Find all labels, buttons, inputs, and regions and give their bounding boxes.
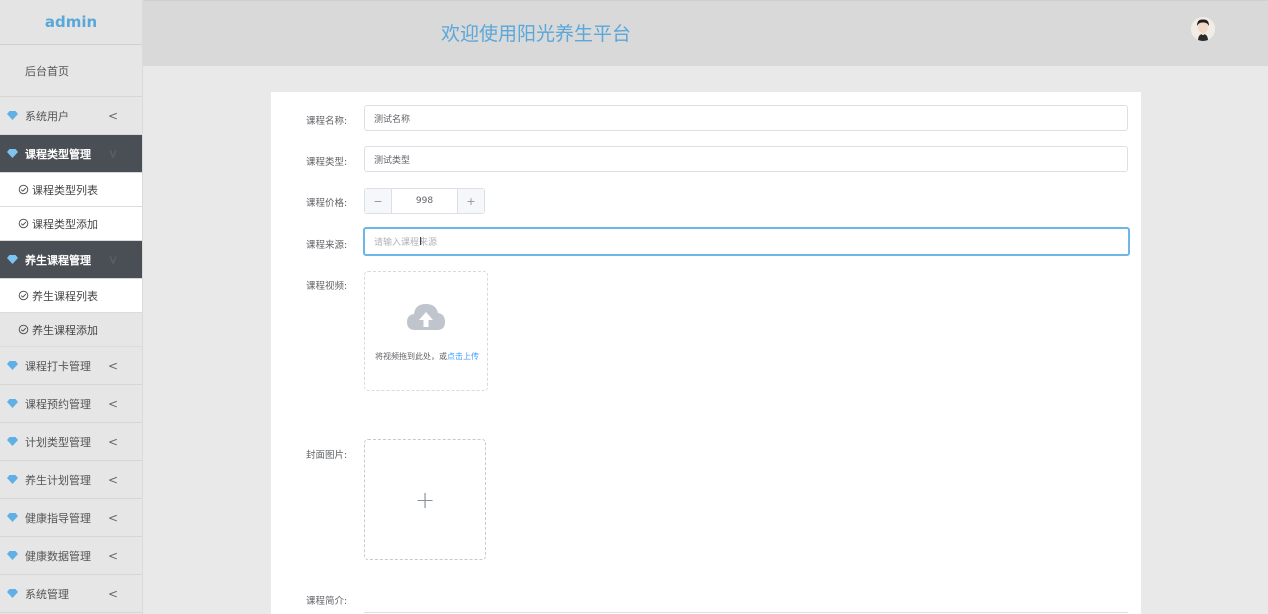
chevron-left-icon: < bbox=[107, 108, 118, 123]
chevron-left-icon: < bbox=[107, 586, 118, 601]
chevron-left-icon: < bbox=[107, 510, 118, 525]
diamond-icon bbox=[7, 361, 18, 370]
sidebar-item-health-course-mgmt[interactable]: 养生课程管理 < bbox=[0, 241, 142, 279]
course-name-input[interactable]: 测试名称 bbox=[364, 105, 1128, 131]
diamond-icon bbox=[7, 399, 18, 408]
chevron-left-icon: < bbox=[107, 396, 118, 411]
chevron-down-icon: < bbox=[105, 254, 120, 265]
course-source-input[interactable]: 请输入课程来源 I bbox=[363, 227, 1130, 256]
check-circle-icon bbox=[18, 324, 29, 335]
sidebar-item-booking-mgmt[interactable]: 课程预约管理 < bbox=[0, 385, 142, 423]
video-upload-dropzone[interactable]: 将视频拖到此处，或点击上传 bbox=[364, 271, 488, 391]
cover-image-label: 封面图片: bbox=[306, 450, 348, 461]
sidebar-item-health-plan-mgmt[interactable]: 养生计划管理 < bbox=[0, 461, 142, 499]
sidebar-subitem-course-type-add[interactable]: 课程类型添加 bbox=[0, 207, 142, 241]
diamond-icon bbox=[7, 111, 18, 120]
chevron-left-icon: < bbox=[107, 434, 118, 449]
plus-icon: + bbox=[414, 485, 436, 514]
increment-button[interactable]: + bbox=[457, 189, 484, 213]
sidebar-item-system-mgmt[interactable]: 系统管理 < bbox=[0, 575, 142, 613]
sidebar-item-plan-type-mgmt[interactable]: 计划类型管理 < bbox=[0, 423, 142, 461]
course-source-label: 课程来源: bbox=[306, 240, 348, 251]
avatar[interactable] bbox=[1191, 17, 1215, 41]
course-intro-label: 课程简介: bbox=[306, 596, 348, 607]
top-header: 欢迎使用阳光养生平台 bbox=[143, 0, 1268, 66]
diamond-icon bbox=[7, 255, 18, 264]
decrement-button[interactable]: − bbox=[365, 189, 392, 213]
chevron-left-icon: < bbox=[107, 358, 118, 373]
brand-logo: admin bbox=[0, 0, 142, 45]
sidebar-item-home[interactable]: 后台首页 bbox=[0, 45, 142, 97]
course-name-value: 测试名称 bbox=[374, 114, 411, 125]
sidebar-subitem-health-course-add[interactable]: 养生课程添加 bbox=[0, 313, 142, 347]
diamond-icon bbox=[7, 149, 18, 158]
upload-hint: 将视频拖到此处，或点击上传 bbox=[375, 352, 479, 361]
course-name-label: 课程名称: bbox=[306, 116, 348, 127]
sidebar-item-health-guide-mgmt[interactable]: 健康指导管理 < bbox=[0, 499, 142, 537]
sidebar-item-course-type-mgmt[interactable]: 课程类型管理 < bbox=[0, 135, 142, 173]
course-price-label: 课程价格: bbox=[306, 198, 348, 209]
chevron-down-icon: < bbox=[105, 148, 120, 159]
course-price-stepper[interactable]: − 998 + bbox=[364, 188, 485, 214]
sidebar-item-health-data-mgmt[interactable]: 健康数据管理 < bbox=[0, 537, 142, 575]
course-form: 课程名称: 测试名称 课程类型: 测试类型 课程价格: − 998 + 课程来源… bbox=[271, 92, 1141, 614]
course-video-label: 课程视频: bbox=[306, 281, 348, 292]
cloud-upload-icon bbox=[407, 304, 445, 330]
text-cursor-icon: I bbox=[419, 235, 423, 248]
check-circle-icon bbox=[18, 218, 29, 229]
diamond-icon bbox=[7, 437, 18, 446]
course-type-input[interactable]: 测试类型 bbox=[364, 146, 1128, 172]
check-circle-icon bbox=[18, 184, 29, 195]
chevron-left-icon: < bbox=[107, 548, 118, 563]
chevron-left-icon: < bbox=[107, 472, 118, 487]
diamond-icon bbox=[7, 589, 18, 598]
sidebar-item-system-user[interactable]: 系统用户 < bbox=[0, 97, 142, 135]
diamond-icon bbox=[7, 475, 18, 484]
sidebar-subitem-health-course-list[interactable]: 养生课程列表 bbox=[0, 279, 142, 313]
course-source-placeholder: 请输入课程来源 bbox=[374, 238, 438, 248]
click-upload-link[interactable]: 点击上传 bbox=[447, 352, 479, 361]
page-title: 欢迎使用阳光养生平台 bbox=[441, 23, 632, 45]
sidebar: admin 后台首页 系统用户 < 课程类型管理 < 课程类型列表 课程类型添加… bbox=[0, 0, 143, 614]
sidebar-subitem-course-type-list[interactable]: 课程类型列表 bbox=[0, 173, 142, 207]
course-price-value[interactable]: 998 bbox=[392, 189, 457, 213]
check-circle-icon bbox=[18, 290, 29, 301]
course-type-label: 课程类型: bbox=[306, 157, 348, 168]
sidebar-item-checkin-mgmt[interactable]: 课程打卡管理 < bbox=[0, 347, 142, 385]
diamond-icon bbox=[7, 513, 18, 522]
diamond-icon bbox=[7, 551, 18, 560]
course-type-value: 测试类型 bbox=[374, 155, 411, 166]
cover-image-upload[interactable]: + bbox=[364, 439, 486, 560]
